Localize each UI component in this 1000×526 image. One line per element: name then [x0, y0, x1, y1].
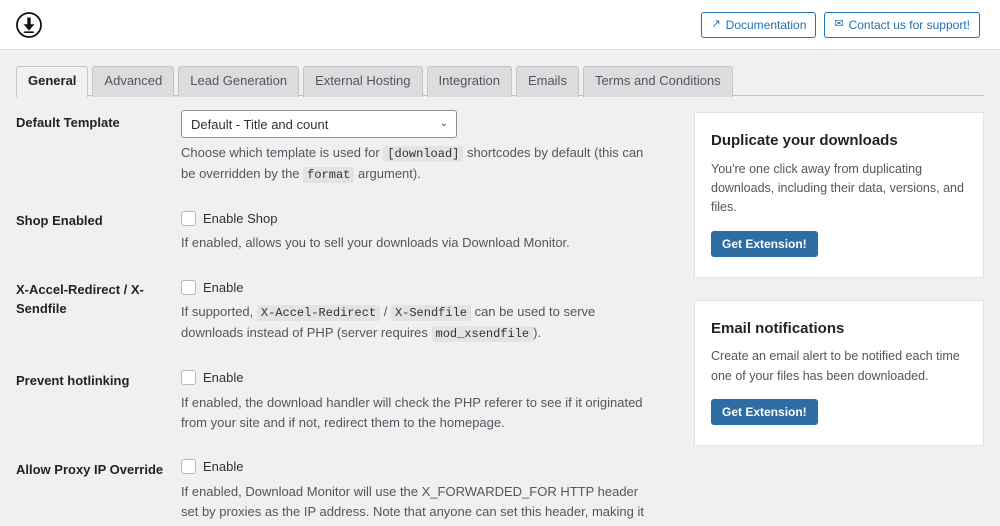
prevent-hotlinking-label: Prevent hotlinking	[16, 372, 130, 388]
setting-row-x-accel-redirect: X-Accel-Redirect / X-Sendfile Enable If …	[16, 277, 664, 343]
prevent-hotlinking-checkbox-label[interactable]: Enable	[203, 371, 243, 384]
tab-external-hosting-label: External Hosting	[315, 73, 411, 88]
x-accel-redirect-description: If supported, X-Accel-Redirect / X-Sendf…	[181, 302, 651, 343]
tab-external-hosting[interactable]: External Hosting	[303, 66, 423, 97]
promo-card-text: Create an email alert to be notified eac…	[711, 349, 960, 383]
tab-emails-label: Emails	[527, 73, 567, 88]
tab-integration[interactable]: Integration	[426, 66, 512, 97]
code-download-shortcode: [download]	[383, 146, 464, 162]
proxy-ip-override-checkbox[interactable]	[181, 459, 196, 475]
settings-tabs-bar: General Advanced Lead Generation Externa…	[0, 50, 1000, 98]
promo-card-text: You're one click away from duplicating d…	[711, 161, 964, 215]
settings-form: Default Template Default - Title and cou…	[16, 110, 664, 526]
setting-row-default-template: Default Template Default - Title and cou…	[16, 110, 664, 184]
desc-part-1: Choose which template is used for	[181, 145, 384, 160]
proxy-ip-override-checkbox-label[interactable]: Enable	[203, 460, 243, 473]
prevent-hotlinking-checkbox[interactable]	[181, 370, 196, 386]
code-x-accel-redirect: X-Accel-Redirect	[256, 305, 381, 322]
promo-card-title: Duplicate your downloads	[711, 132, 898, 149]
x-accel-redirect-checkbox-line: Enable	[181, 277, 664, 297]
shop-enabled-checkbox-label[interactable]: Enable Shop	[203, 212, 277, 225]
xaccel-desc-part-2: /	[380, 304, 391, 320]
contact-support-label: Contact us for support!	[848, 17, 970, 32]
shop-enabled-label: Shop Enabled	[16, 213, 103, 229]
header-actions: ↗ Documentation ✉ Contact us for support…	[701, 11, 980, 38]
tab-general[interactable]: General	[16, 66, 89, 98]
tab-lead-generation[interactable]: Lead Generation	[178, 66, 300, 97]
tab-terms-and-conditions-label: Terms and Conditions	[594, 73, 721, 88]
setting-row-prevent-hotlinking: Prevent hotlinking Enable If enabled, th…	[16, 368, 664, 433]
app-header: ↗ Documentation ✉ Contact us for support…	[0, 0, 1000, 50]
default-template-label: Default Template	[16, 115, 120, 130]
tab-terms-and-conditions[interactable]: Terms and Conditions	[582, 66, 733, 97]
setting-row-proxy-ip-override: Allow Proxy IP Override Enable If enable…	[16, 457, 664, 526]
tab-general-label: General	[28, 73, 77, 88]
setting-row-shop-enabled: Shop Enabled Enable Shop If enabled, all…	[16, 208, 664, 253]
download-circle-icon	[14, 10, 44, 40]
shop-enabled-description: If enabled, allows you to sell your down…	[181, 235, 570, 251]
tab-advanced[interactable]: Advanced	[92, 66, 175, 97]
code-format-arg: format	[303, 166, 355, 183]
contact-support-button[interactable]: ✉ Contact us for support!	[824, 11, 980, 38]
promo-card-email-notifications: Email notifications Create an email aler…	[694, 299, 984, 446]
documentation-button[interactable]: ↗ Documentation	[701, 11, 817, 38]
x-accel-redirect-checkbox-label[interactable]: Enable	[203, 281, 243, 294]
tab-integration-label: Integration	[438, 73, 500, 88]
default-template-description: Choose which template is used for [downl…	[181, 143, 651, 184]
promo-card-duplicate-downloads: Duplicate your downloads You're one clic…	[694, 112, 984, 278]
shop-enabled-checkbox-line: Enable Shop	[181, 208, 664, 228]
tab-lead-generation-label: Lead Generation	[190, 73, 288, 88]
envelope-icon: ✉	[834, 18, 844, 30]
tab-emails[interactable]: Emails	[515, 66, 579, 97]
external-link-icon: ↗	[711, 18, 721, 30]
get-extension-button-email[interactable]: Get Extension!	[711, 398, 818, 425]
x-accel-redirect-checkbox[interactable]	[181, 279, 196, 295]
prevent-hotlinking-checkbox-line: Enable	[181, 368, 664, 388]
code-x-sendfile: X-Sendfile	[390, 305, 471, 322]
proxy-ip-override-checkbox-line: Enable	[181, 457, 664, 477]
default-template-select-wrap: Default - Title and count ⌄	[181, 110, 457, 138]
get-extension-button-duplicate[interactable]: Get Extension!	[711, 230, 818, 257]
xaccel-desc-part-4: ).	[533, 324, 542, 340]
x-accel-redirect-label: X-Accel-Redirect / X-Sendfile	[16, 282, 144, 317]
prevent-hotlinking-description: If enabled, the download handler will ch…	[181, 394, 643, 430]
settings-tabs: General Advanced Lead Generation Externa…	[16, 66, 1000, 98]
desc-part-3: argument).	[354, 165, 421, 181]
shop-enabled-checkbox[interactable]	[181, 210, 196, 226]
proxy-ip-override-description: If enabled, Download Monitor will use th…	[181, 483, 644, 526]
default-template-select[interactable]: Default - Title and count	[181, 110, 457, 138]
promo-card-title: Email notifications	[711, 319, 845, 337]
promo-sidebar: Duplicate your downloads You're one clic…	[664, 110, 984, 468]
code-mod-xsendfile: mod_xsendfile	[431, 325, 534, 342]
settings-body: Default Template Default - Title and cou…	[0, 96, 1000, 526]
proxy-ip-override-label: Allow Proxy IP Override	[16, 461, 164, 477]
documentation-label: Documentation	[725, 17, 807, 32]
xaccel-desc-part-1: If supported,	[181, 304, 257, 320]
tab-advanced-label: Advanced	[104, 73, 163, 88]
